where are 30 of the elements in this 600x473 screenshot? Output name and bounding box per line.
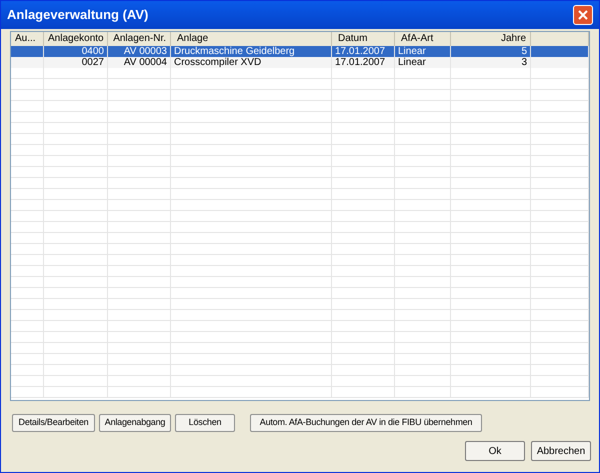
column-header[interactable]: Anlage bbox=[177, 33, 208, 44]
table-cell: 17.01.2007 bbox=[335, 46, 386, 57]
column-header[interactable]: Datum bbox=[338, 33, 368, 44]
table-row[interactable]: 0027 AV 00004 Crosscompiler XVD 17.01.2007 Linear 3 bbox=[11, 57, 589, 68]
column-header[interactable]: AfA-Art bbox=[401, 33, 434, 44]
action-button[interactable]: Autom. AfA-Buchungen der AV in die FIBU übernehmen bbox=[250, 414, 482, 432]
table-cell: Linear bbox=[398, 46, 426, 57]
column-header[interactable]: Jahre bbox=[500, 33, 526, 44]
cancel-button[interactable]: Abbrechen bbox=[531, 441, 591, 461]
table-cell: 0400 bbox=[82, 46, 104, 57]
table-row[interactable]: 0400 AV 00003 Druckmaschine Geidelberg 17.01.2007 Linear 5 bbox=[11, 46, 589, 57]
action-button[interactable]: Anlagenabgang bbox=[99, 414, 171, 432]
table-cell: 0027 bbox=[82, 57, 104, 68]
action-button[interactable]: Details/Bearbeiten bbox=[12, 414, 95, 432]
table-cell: 5 bbox=[521, 46, 527, 57]
close-button[interactable] bbox=[573, 5, 593, 25]
column-header[interactable]: Au... bbox=[15, 33, 36, 44]
close-icon bbox=[578, 10, 588, 20]
table-cell: Druckmaschine Geidelberg bbox=[174, 46, 295, 57]
table-cell: Linear bbox=[398, 57, 426, 68]
action-button[interactable]: Löschen bbox=[175, 414, 235, 432]
table-cell: 17.01.2007 bbox=[335, 57, 386, 68]
table-cell: 3 bbox=[521, 57, 527, 68]
table-cell: AV 00003 bbox=[124, 46, 167, 57]
column-header[interactable]: Anlagen-Nr. bbox=[113, 33, 166, 44]
table-cell: AV 00004 bbox=[124, 57, 167, 68]
column-header[interactable]: Anlagekonto bbox=[48, 33, 104, 44]
ok-button[interactable]: Ok bbox=[465, 441, 525, 461]
table-cell: Crosscompiler XVD bbox=[174, 57, 262, 68]
window-title: Anlageverwaltung (AV) bbox=[7, 6, 148, 24]
